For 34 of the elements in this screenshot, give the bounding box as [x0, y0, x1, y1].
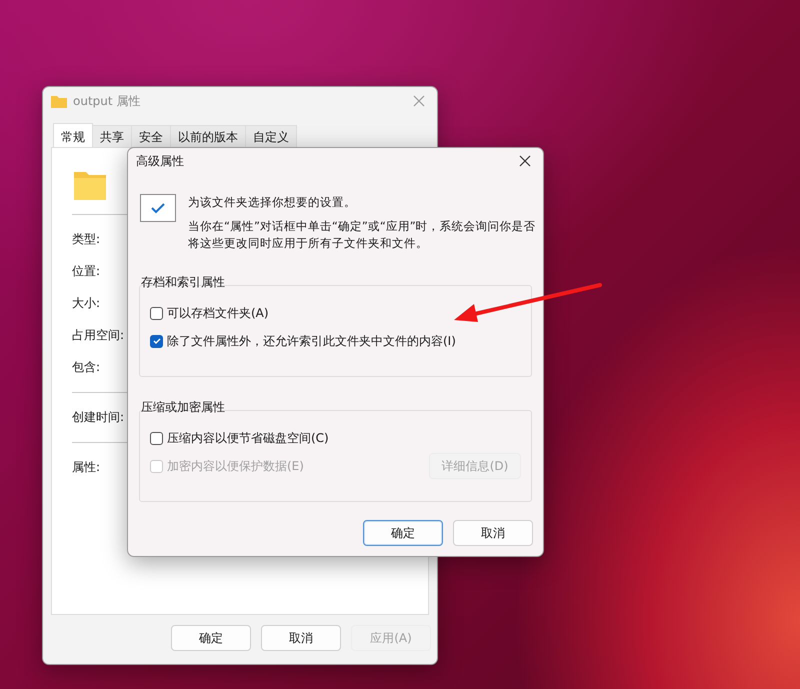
field-label: 大小: — [72, 295, 100, 312]
checkmark-icon — [140, 194, 176, 222]
checkbox-label: 除了文件属性外，还允许索引此文件夹中文件的内容(I) — [167, 332, 456, 350]
field-label: 包含: — [72, 359, 100, 376]
window-title: output 属性 — [73, 92, 142, 110]
checkbox[interactable] — [150, 432, 163, 444]
tab[interactable]: 以前的版本 — [170, 125, 246, 147]
dialog-button[interactable]: 确定 — [363, 520, 443, 546]
checkbox-label: 压缩内容以便节省磁盘空间(C) — [167, 430, 329, 446]
close-icon[interactable] — [519, 155, 531, 167]
checkbox-label: 可以存档文件夹(A) — [167, 304, 269, 322]
group-title: 存档和索引属性 — [141, 274, 226, 291]
folder-icon — [51, 94, 67, 108]
tab[interactable]: 共享 — [92, 125, 132, 147]
checkbox[interactable] — [150, 306, 163, 320]
field-label: 占用空间: — [72, 327, 124, 344]
dialog-button[interactable]: 取消 — [453, 520, 533, 546]
intro-text: 为该文件夹选择你想要的设置。 — [188, 194, 357, 211]
checkmark-icon — [152, 336, 162, 346]
checkbox-label: 加密内容以便保护数据(E) — [167, 458, 304, 474]
tab[interactable]: 常规 — [53, 123, 93, 147]
tab[interactable]: 安全 — [131, 125, 171, 147]
group-title: 压缩或加密属性 — [141, 399, 226, 416]
dialog-button[interactable]: 确定 — [171, 625, 251, 651]
tab[interactable]: 自定义 — [245, 125, 297, 147]
folder-icon — [74, 170, 106, 200]
dialog-button[interactable]: 取消 — [261, 625, 341, 651]
field-label: 类型: — [72, 231, 100, 248]
dialog-title: 高级属性 — [136, 152, 185, 170]
checkbox[interactable] — [150, 334, 163, 348]
description-text: 当你在“属性”对话框中单击“确定”或“应用”时，系统会询问你是否将这些更改同时应用于所有子文件夹和文件。 — [188, 218, 537, 252]
field-label: 属性: — [72, 459, 100, 476]
field-label: 创建时间: — [72, 409, 124, 426]
field-label: 位置: — [72, 263, 100, 280]
